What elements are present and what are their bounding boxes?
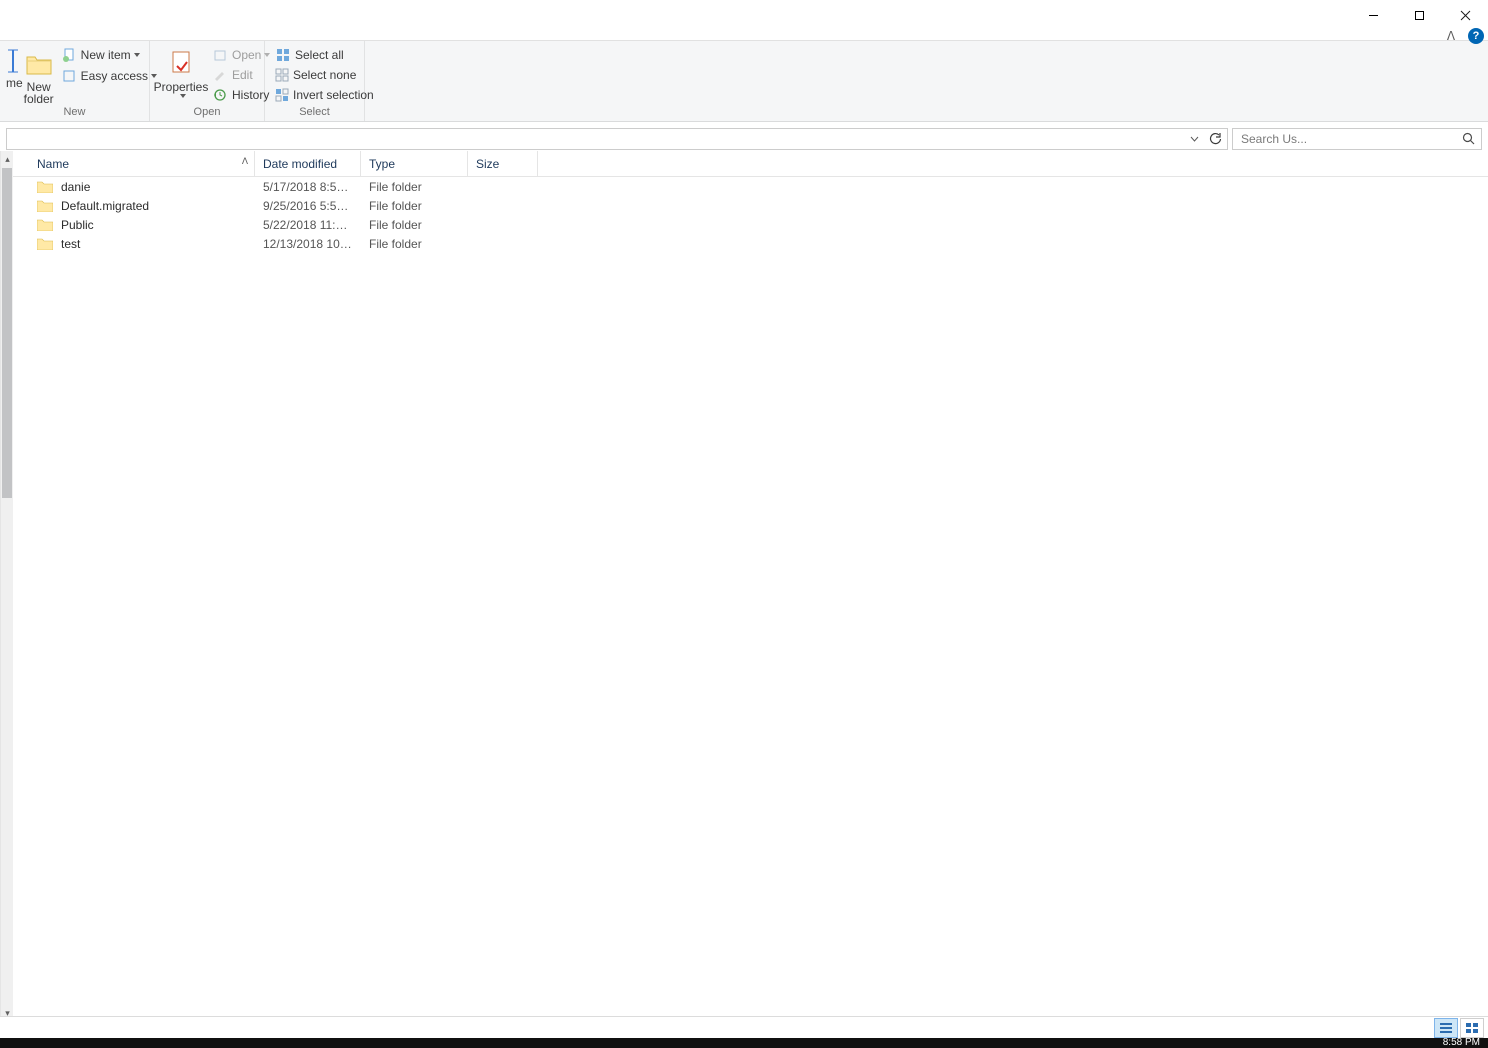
refresh-button[interactable] <box>1205 129 1225 149</box>
edit-label: Edit <box>232 68 253 82</box>
address-bar-row <box>0 127 1488 151</box>
search-icon <box>1462 132 1476 146</box>
select-all-label: Select all <box>295 48 344 62</box>
select-all-button[interactable]: Select all <box>271 45 358 64</box>
new-folder-label: New folder <box>24 81 54 105</box>
search-input[interactable] <box>1239 131 1475 147</box>
select-none-button[interactable]: Select none <box>271 65 358 84</box>
ribbon-group-caption: Select <box>265 106 364 118</box>
column-date-label: Date modified <box>263 157 337 171</box>
title-bar <box>0 0 1488 40</box>
scroll-thumb[interactable] <box>2 168 12 498</box>
invert-selection-label: Invert selection <box>293 88 374 102</box>
help-button[interactable]: ? <box>1468 28 1484 44</box>
ribbon-group-caption: New <box>0 106 149 118</box>
file-name: danie <box>61 180 90 194</box>
nav-scrollbar[interactable]: ▴ ▾ <box>0 151 13 1022</box>
minimize-button[interactable] <box>1350 0 1396 30</box>
file-list-pane: Name ᐱ Date modified Type Size danie 5/17… <box>13 151 1488 1022</box>
sort-ascending-icon: ᐱ <box>242 156 248 167</box>
file-name: Public <box>61 218 94 232</box>
open-label: Open <box>232 48 261 62</box>
open-icon <box>212 47 228 63</box>
search-box[interactable] <box>1232 128 1482 150</box>
easy-access-label: Easy access <box>81 69 148 83</box>
edit-icon <box>212 67 228 83</box>
properties-icon <box>165 47 197 79</box>
taskbar-clock[interactable]: 8:58 PM <box>1443 1037 1480 1048</box>
taskbar[interactable]: 8:58 PM <box>0 1038 1488 1048</box>
ribbon: ᐱ ? me New folder New item <box>0 40 1488 122</box>
cell-type: File folder <box>361 237 468 251</box>
table-row[interactable]: Public 5/22/2018 11:34 AMFile folder <box>29 215 1488 234</box>
cell-type: File folder <box>361 199 468 213</box>
invert-selection-button[interactable]: Invert selection <box>271 86 358 105</box>
cell-name: danie <box>29 180 255 194</box>
large-icons-view-button[interactable] <box>1460 1018 1484 1038</box>
column-header-date[interactable]: Date modified <box>255 151 361 176</box>
status-bar <box>0 1016 1488 1038</box>
select-all-icon <box>275 47 291 63</box>
rename-icon <box>6 47 22 75</box>
select-none-label: Select none <box>293 68 356 82</box>
cell-date: 12/13/2018 10:15 ... <box>255 237 361 251</box>
dropdown-icon <box>134 53 140 57</box>
close-button[interactable] <box>1442 0 1488 30</box>
cell-date: 9/25/2016 5:51 PM <box>255 199 361 213</box>
cell-name: test <box>29 237 255 251</box>
folder-icon <box>37 180 61 193</box>
column-type-label: Type <box>369 157 395 171</box>
history-icon <box>212 87 228 103</box>
dropdown-icon <box>180 94 186 98</box>
column-header-size[interactable]: Size <box>468 151 538 176</box>
properties-label: Properties <box>154 81 209 93</box>
folder-icon <box>37 199 61 212</box>
table-row[interactable]: test 12/13/2018 10:15 ...File folder <box>29 234 1488 253</box>
column-size-label: Size <box>476 157 499 171</box>
new-folder-icon <box>23 47 55 79</box>
new-folder-button[interactable]: New folder <box>23 45 55 105</box>
address-bar[interactable] <box>6 128 1228 150</box>
select-none-icon <box>275 67 289 83</box>
new-item-button[interactable]: New item <box>57 45 161 65</box>
folder-icon <box>37 218 61 231</box>
navigation-pane: ▴ ▾ <box>0 151 13 1022</box>
column-header-type[interactable]: Type <box>361 151 468 176</box>
cell-date: 5/22/2018 11:34 AM <box>255 218 361 232</box>
ribbon-group-caption: Open <box>150 106 264 118</box>
address-history-dropdown[interactable] <box>1185 129 1203 149</box>
cell-name: Default.migrated <box>29 199 255 213</box>
column-name-label: Name <box>37 157 69 171</box>
file-name: Default.migrated <box>61 199 149 213</box>
cell-date: 5/17/2018 8:57 PM <box>255 180 361 194</box>
table-row[interactable]: Default.migrated 9/25/2016 5:51 PMFile fo… <box>29 196 1488 215</box>
history-label: History <box>232 88 269 102</box>
table-row[interactable]: danie 5/17/2018 8:57 PMFile folder <box>29 177 1488 196</box>
invert-selection-icon <box>275 87 289 103</box>
new-item-label: New item <box>81 48 131 62</box>
cell-type: File folder <box>361 180 468 194</box>
collapse-ribbon-button[interactable]: ᐱ <box>1442 27 1460 45</box>
properties-button[interactable]: Properties <box>156 45 206 105</box>
new-item-icon <box>61 47 77 63</box>
column-header-name[interactable]: Name ᐱ <box>29 151 255 176</box>
folder-icon <box>37 237 61 250</box>
file-name: test <box>61 237 80 251</box>
cell-type: File folder <box>361 218 468 232</box>
details-view-button[interactable] <box>1434 1018 1458 1038</box>
column-headers: Name ᐱ Date modified Type Size <box>13 151 1488 177</box>
rename-button-partial[interactable]: me <box>6 45 23 105</box>
cell-name: Public <box>29 218 255 232</box>
rename-label-stub: me <box>6 77 23 89</box>
maximize-button[interactable] <box>1396 0 1442 30</box>
easy-access-icon <box>61 68 77 84</box>
easy-access-button[interactable]: Easy access <box>57 66 161 86</box>
